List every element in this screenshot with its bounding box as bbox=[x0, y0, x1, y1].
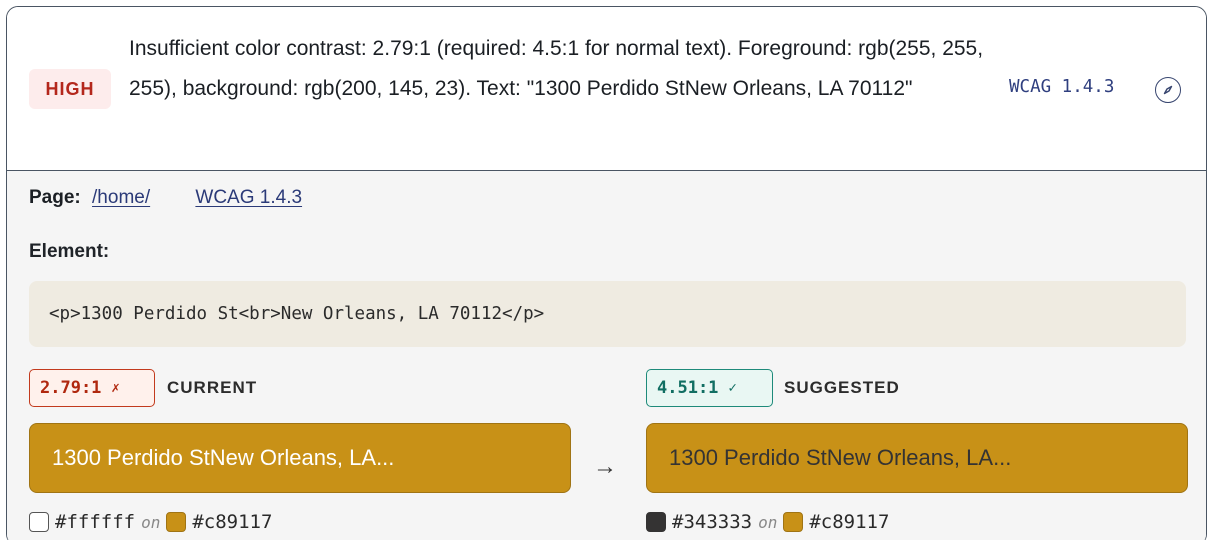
fail-icon: ✗ bbox=[111, 380, 120, 396]
element-label: Element: bbox=[29, 241, 110, 262]
suggested-ratio: 4.51:1 bbox=[657, 378, 719, 398]
current-label: CURRENT bbox=[167, 378, 258, 397]
issue-message: Insufficient color contrast: 2.79:1 (req… bbox=[129, 37, 984, 100]
issue-details: Page: /home/ WCAG 1.4.3 Element: <p>1300… bbox=[7, 171, 1206, 540]
arrow-right-icon: → bbox=[593, 453, 617, 480]
check-icon: ✓ bbox=[728, 380, 737, 396]
page-link[interactable]: /home/ bbox=[92, 187, 150, 208]
wcag-link[interactable]: WCAG 1.4.3 bbox=[195, 187, 302, 208]
issue-header[interactable]: HIGH Insufficient color contrast: 2.79:1… bbox=[7, 7, 1206, 171]
wcag-tag: WCAG 1.4.3 bbox=[1009, 77, 1115, 97]
background-hex: #c89117 bbox=[809, 511, 890, 533]
foreground-swatch bbox=[646, 512, 666, 532]
foreground-swatch bbox=[29, 512, 49, 532]
page-line: Page: /home/ WCAG 1.4.3 bbox=[29, 187, 302, 209]
current-ratio-badge: 2.79:1 ✗ bbox=[29, 369, 155, 407]
page-label: Page: bbox=[29, 187, 81, 208]
on-label: on bbox=[758, 512, 778, 532]
foreground-hex: #343333 bbox=[672, 511, 753, 533]
suggested-preview: 1300 Perdido StNew Orleans, LA... bbox=[646, 423, 1188, 493]
suggested-ratio-badge: 4.51:1 ✓ bbox=[646, 369, 773, 407]
element-code: <p>1300 Perdido St<br>New Orleans, LA 70… bbox=[29, 281, 1186, 347]
background-hex: #c89117 bbox=[192, 511, 273, 533]
severity-badge: HIGH bbox=[29, 69, 111, 109]
current-preview: 1300 Perdido StNew Orleans, LA... bbox=[29, 423, 571, 493]
current-ratio: 2.79:1 bbox=[40, 378, 102, 398]
suggested-swatches: #343333 on #c89117 bbox=[646, 511, 889, 533]
issue-card: HIGH Insufficient color contrast: 2.79:1… bbox=[6, 6, 1207, 540]
background-swatch bbox=[783, 512, 804, 532]
background-swatch bbox=[166, 512, 187, 532]
suggested-label: SUGGESTED bbox=[784, 378, 900, 397]
compass-icon[interactable] bbox=[1155, 77, 1181, 103]
current-swatches: #ffffff on #c89117 bbox=[29, 511, 272, 533]
on-label: on bbox=[141, 512, 161, 532]
foreground-hex: #ffffff bbox=[55, 511, 136, 533]
